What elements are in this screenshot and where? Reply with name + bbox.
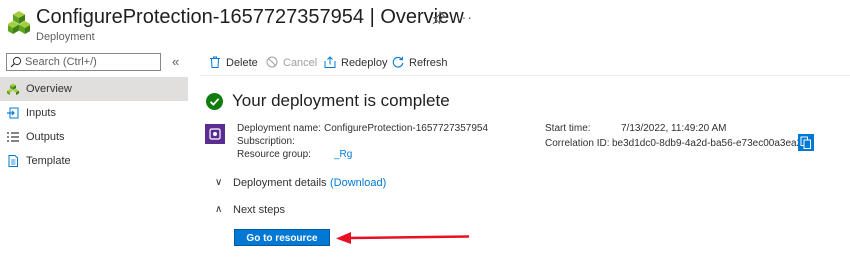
- sidebar-item-outputs[interactable]: Outputs: [0, 125, 188, 149]
- cancel-button[interactable]: Cancel: [266, 56, 317, 69]
- next-steps-toggle[interactable]: Next steps: [233, 204, 285, 216]
- red-arrow-annotation: [336, 232, 470, 244]
- sidebar-item-label: Overview: [26, 83, 72, 95]
- search-input[interactable]: Search (Ctrl+/): [6, 53, 161, 71]
- resource-group-label: Resource group:: [237, 149, 311, 160]
- delete-label: Delete: [226, 57, 258, 69]
- pin-icon[interactable]: [432, 11, 446, 25]
- copy-icon[interactable]: [798, 134, 814, 151]
- deployment-status-heading: Your deployment is complete: [232, 91, 450, 110]
- success-check-icon: [206, 93, 223, 110]
- correlation-id-value: be3d1dc0-8db9-4a2d-ba56-e73ec00a3ea2: [612, 138, 803, 149]
- deployment-details-toggle[interactable]: Deployment details: [233, 177, 327, 189]
- resource-type-icon: [205, 124, 225, 144]
- page-subtitle: Deployment: [36, 31, 95, 43]
- deployment-title: ConfigureProtection-1657727357954: [36, 6, 365, 28]
- deployment-name-value: ConfigureProtection-1657727357954: [324, 123, 489, 134]
- subscription-label: Subscription:: [237, 136, 295, 147]
- collapse-sidebar-icon[interactable]: «: [172, 54, 179, 69]
- deployment-app-icon: [8, 11, 30, 34]
- go-to-resource-button[interactable]: Go to resource: [234, 229, 330, 246]
- trash-icon: [210, 56, 220, 68]
- inputs-icon: [7, 107, 19, 119]
- section-title: Overview: [380, 6, 464, 28]
- deployment-icon: [7, 83, 19, 95]
- sidebar-item-label: Outputs: [26, 131, 65, 143]
- start-time-value: 7/13/2022, 11:49:20 AM: [621, 123, 727, 134]
- template-icon: [8, 155, 18, 167]
- download-link[interactable]: (Download): [330, 177, 386, 189]
- sidebar-item-template[interactable]: Template: [0, 149, 188, 173]
- outputs-icon: [7, 132, 19, 142]
- start-time-label: Start time:: [545, 123, 591, 134]
- cancel-label: Cancel: [283, 57, 318, 69]
- chevron-up-icon[interactable]: ∧: [215, 204, 222, 215]
- search-icon: [10, 56, 22, 68]
- sidebar-item-inputs[interactable]: Inputs: [0, 101, 188, 125]
- page-title: ConfigureProtection-1657727357954 | Over…: [36, 6, 464, 29]
- toolbar-divider: [200, 75, 850, 76]
- chevron-down-icon[interactable]: ∨: [215, 177, 222, 188]
- cancel-icon: [266, 56, 278, 68]
- resource-group-link[interactable]: _Rg: [334, 149, 352, 160]
- deployment-name-label: Deployment name:: [237, 123, 321, 134]
- refresh-label: Refresh: [409, 57, 448, 69]
- redeploy-button[interactable]: Redeploy: [324, 56, 387, 69]
- sidebar-item-overview[interactable]: Overview: [0, 77, 188, 101]
- correlation-id-label: Correlation ID:: [545, 138, 610, 149]
- more-options-icon[interactable]: ···: [456, 9, 473, 25]
- upload-icon: [324, 56, 336, 68]
- refresh-icon: [392, 56, 404, 68]
- sidebar-item-label: Inputs: [26, 107, 56, 119]
- redeploy-label: Redeploy: [341, 57, 388, 69]
- refresh-button[interactable]: Refresh: [392, 56, 448, 69]
- sidebar-item-label: Template: [26, 155, 71, 167]
- delete-button[interactable]: Delete: [209, 56, 258, 69]
- title-separator: |: [364, 6, 381, 28]
